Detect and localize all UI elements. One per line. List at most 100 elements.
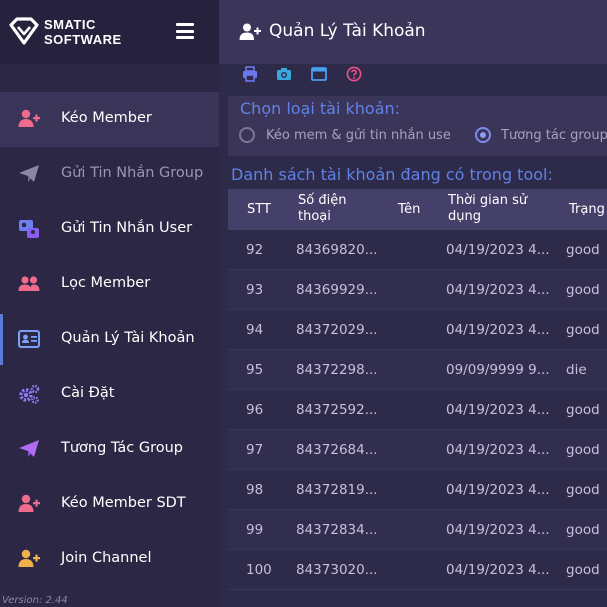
user-plus-icon: [18, 549, 40, 567]
sidebar-menu: Kéo Member Gửi Tin Nhắn Group Gửi Tin Nh…: [0, 92, 219, 587]
table-row[interactable]: 92 84369820... 04/19/2023 4... good: [228, 230, 607, 270]
radio-tuong-tac-group[interactable]: [475, 127, 491, 143]
user-message-icon: [19, 220, 39, 238]
camera-icon[interactable]: [276, 66, 292, 82]
paper-plane-icon: [19, 165, 39, 182]
cell-time: 04/19/2023 4...: [446, 402, 550, 418]
sidebar-item-join-channel[interactable]: Join Channel: [0, 532, 219, 587]
cell-status: good: [566, 282, 600, 298]
help-icon[interactable]: [346, 66, 362, 82]
print-icon[interactable]: [242, 66, 258, 82]
cell-status: good: [566, 242, 600, 258]
sidebar-item-label: Cài Đặt: [61, 385, 115, 401]
table-row[interactable]: 93 84369929... 04/19/2023 4... good: [228, 270, 607, 310]
cell-status: good: [566, 402, 600, 418]
cell-phone: 84372819...: [296, 482, 378, 498]
toolbar: [219, 64, 607, 90]
user-plus-icon: [18, 494, 40, 512]
cell-status: good: [566, 442, 600, 458]
window-icon[interactable]: [311, 66, 327, 82]
logo-area: SMATIC SOFTWARE: [0, 0, 219, 64]
cell-time: 04/19/2023 4...: [446, 242, 550, 258]
table-row[interactable]: 99 84372834... 04/19/2023 4... good: [228, 510, 607, 550]
col-header-phone[interactable]: Số điện thoại: [298, 193, 346, 225]
cell-status: good: [566, 562, 600, 578]
page-header: Quản Lý Tài Khoản: [219, 0, 607, 64]
col-header-stt[interactable]: STT: [247, 202, 271, 218]
col-header-time-line-1: Thời gian sử: [448, 193, 528, 208]
cell-time: 09/09/9999 9...: [446, 362, 550, 378]
gears-icon: [19, 384, 40, 404]
page-title: Quản Lý Tài Khoản: [269, 21, 426, 41]
users-icon: [18, 276, 40, 291]
col-header-time[interactable]: Thời gian sử dụng: [448, 193, 527, 225]
sidebar-item-quan-ly-tai-khoan[interactable]: Quản Lý Tài Khoản: [0, 312, 219, 367]
cell-phone: 84373020...: [296, 562, 378, 578]
cell-time: 04/19/2023 4...: [446, 522, 550, 538]
sidebar-item-label: Quản Lý Tài Khoản: [61, 330, 195, 346]
cell-phone: 84372298...: [296, 362, 378, 378]
table-row[interactable]: 95 84372298... 09/09/9999 9... die: [228, 350, 607, 390]
account-type-panel: Chọn loại tài khoản: Kéo mem & gửi tin n…: [228, 96, 607, 156]
table-row[interactable]: 96 84372592... 04/19/2023 4... good: [228, 390, 607, 430]
sidebar-item-gui-tin-nhan-group[interactable]: Gửi Tin Nhắn Group: [0, 147, 219, 202]
sidebar-item-keo-member[interactable]: Kéo Member: [0, 92, 219, 147]
cell-time: 04/19/2023 4...: [446, 282, 550, 298]
sidebar-item-label: Gửi Tin Nhắn Group: [61, 165, 204, 181]
radio-label-keo-mem[interactable]: Kéo mem & gửi tin nhắn use: [266, 128, 451, 143]
sidebar-item-label: Kéo Member: [61, 110, 152, 126]
sidebar: SMATIC SOFTWARE Kéo Member Gửi Tin Nhắn …: [0, 0, 219, 607]
cell-stt: 100: [246, 562, 272, 578]
col-header-time-line-2: dụng: [448, 209, 481, 224]
cell-stt: 94: [246, 322, 264, 338]
cell-status: die: [566, 362, 587, 378]
sidebar-item-keo-member-sdt[interactable]: Kéo Member SDT: [0, 477, 219, 532]
table-row[interactable]: 98 84372819... 04/19/2023 4... good: [228, 470, 607, 510]
cell-phone: 84372592...: [296, 402, 378, 418]
version-label: Version: 2.44: [2, 595, 68, 606]
cell-status: good: [566, 522, 600, 538]
table-header: STT Số điện thoại Tên Thời gian sử dụng …: [228, 189, 607, 230]
cell-status: good: [566, 322, 600, 338]
user-plus-icon: [18, 109, 40, 127]
cell-phone: 84369820...: [296, 242, 378, 258]
table-row[interactable]: 94 84372029... 04/19/2023 4... good: [228, 310, 607, 350]
cell-stt: 96: [246, 402, 264, 418]
sidebar-item-label: Kéo Member SDT: [61, 495, 186, 511]
sidebar-item-label: Gửi Tin Nhắn User: [61, 220, 193, 236]
table-row[interactable]: 97 84372684... 04/19/2023 4... good: [228, 430, 607, 470]
sidebar-item-label: Tương Tác Group: [61, 440, 183, 456]
account-list-title: Danh sách tài khoản đang có trong tool:: [231, 165, 553, 184]
cell-status: good: [566, 482, 600, 498]
cell-time: 04/19/2023 4...: [446, 482, 550, 498]
table-row[interactable]: 100 84373020... 04/19/2023 4... good: [228, 550, 607, 590]
radio-keo-mem[interactable]: [239, 127, 255, 143]
sidebar-item-label: Join Channel: [61, 550, 152, 566]
user-plus-icon: [239, 23, 261, 40]
sidebar-item-tuong-tac-group[interactable]: Tương Tác Group: [0, 422, 219, 477]
id-card-icon: [18, 330, 40, 348]
cell-time: 04/19/2023 4...: [446, 562, 550, 578]
col-header-phone-line-2: thoại: [298, 209, 331, 224]
brand-name: SMATIC SOFTWARE: [44, 17, 122, 47]
sidebar-item-label: Lọc Member: [61, 275, 151, 291]
sidebar-item-cai-dat[interactable]: Cài Đặt: [0, 367, 219, 422]
cell-stt: 92: [246, 242, 264, 258]
logo-icon: [9, 17, 39, 45]
cell-stt: 93: [246, 282, 264, 298]
cell-phone: 84369929...: [296, 282, 378, 298]
paper-plane-icon: [19, 440, 39, 457]
col-header-status[interactable]: Trạng: [569, 202, 605, 218]
sidebar-item-gui-tin-nhan-user[interactable]: Gửi Tin Nhắn User: [0, 202, 219, 257]
cell-time: 04/19/2023 4...: [446, 442, 550, 458]
radio-label-tuong-tac-group[interactable]: Tương tác group: [501, 128, 607, 143]
cell-phone: 84372029...: [296, 322, 378, 338]
col-header-name[interactable]: Tên: [398, 202, 420, 218]
brand-line-1: SMATIC: [44, 17, 96, 32]
account-type-title: Chọn loại tài khoản:: [240, 99, 401, 118]
sidebar-item-loc-member[interactable]: Lọc Member: [0, 257, 219, 312]
cell-phone: 84372834...: [296, 522, 378, 538]
accounts-table: STT Số điện thoại Tên Thời gian sử dụng …: [228, 189, 607, 591]
hamburger-menu-icon[interactable]: [176, 23, 194, 39]
brand-line-2: SOFTWARE: [44, 32, 122, 47]
